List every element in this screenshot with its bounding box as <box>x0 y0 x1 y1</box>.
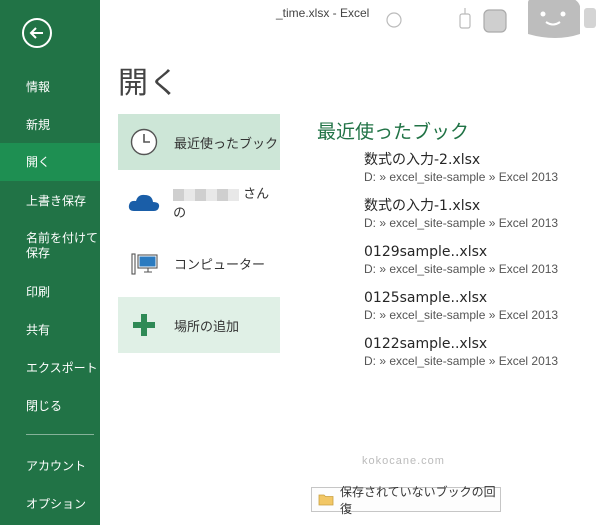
place-add-location[interactable]: 場所の追加 <box>118 297 280 353</box>
backstage-sidebar: 情報 新規 開く 上書き保存 名前を付けて 保存 印刷 共有 エクスポート 閉じ… <box>0 0 100 525</box>
site-watermark: kokocane.com <box>362 455 445 467</box>
nav-export[interactable]: エクスポート <box>0 357 100 379</box>
recent-file-item[interactable]: 0122sample..xlsx D: » excel_site-sample … <box>364 335 558 369</box>
recent-file-name: 0122sample..xlsx <box>364 336 488 352</box>
back-arrow-icon <box>29 27 43 39</box>
nav-print[interactable]: 印刷 <box>0 281 100 303</box>
recent-file-item[interactable]: 数式の入力-1.xlsx D: » excel_site-sample » Ex… <box>364 197 558 231</box>
recent-workbooks-heading: 最近使ったブック <box>317 121 470 143</box>
place-computer[interactable]: コンピューター <box>118 235 280 291</box>
folder-icon <box>318 493 334 506</box>
decorative-characters-icon <box>386 0 596 38</box>
recent-file-name: 0129sample..xlsx <box>364 244 488 260</box>
place-recent[interactable]: 最近使ったブック <box>118 114 280 170</box>
back-button[interactable] <box>22 18 52 48</box>
computer-icon <box>122 248 166 278</box>
nav-save[interactable]: 上書き保存 <box>0 190 100 212</box>
recent-file-item[interactable]: 0129sample..xlsx D: » excel_site-sample … <box>364 243 558 277</box>
nav-divider <box>26 434 94 435</box>
recent-file-item[interactable]: 数式の入力-2.xlsx D: » excel_site-sample » Ex… <box>364 151 558 185</box>
recent-file-path: D: » excel_site-sample » Excel 2013 <box>364 170 559 184</box>
nav-options[interactable]: オプション <box>0 493 100 515</box>
recent-file-path: D: » excel_site-sample » Excel 2013 <box>364 354 559 368</box>
recent-file-name: 0125sample..xlsx <box>364 290 488 306</box>
place-computer-label: コンピューター <box>174 257 266 273</box>
nav-close[interactable]: 閉じる <box>0 395 100 417</box>
recover-button-label: 保存されていないブックの回復 <box>340 484 496 516</box>
nav-info[interactable]: 情報 <box>0 76 100 98</box>
page-title: 開く <box>118 66 180 101</box>
redacted-username <box>173 188 240 201</box>
recent-file-item[interactable]: 0125sample..xlsx D: » excel_site-sample … <box>364 289 558 323</box>
nav-new[interactable]: 新規 <box>0 114 100 136</box>
nav-account[interactable]: アカウント <box>0 455 100 477</box>
place-recent-label: 最近使ったブック <box>174 136 279 152</box>
recent-file-path: D: » excel_site-sample » Excel 2013 <box>364 216 559 230</box>
recover-unsaved-workbooks-button[interactable]: 保存されていないブックの回復 <box>311 485 501 516</box>
nav-open[interactable]: 開く <box>0 143 100 181</box>
recent-file-path: D: » excel_site-sample » Excel 2013 <box>364 308 559 322</box>
clock-icon <box>122 127 166 157</box>
recent-file-name: 数式の入力-2.xlsx <box>364 152 481 168</box>
nav-save-as[interactable]: 名前を付けて 保存 <box>0 230 100 262</box>
place-add-location-label: 場所の追加 <box>174 319 240 335</box>
plus-icon <box>122 312 166 338</box>
place-onedrive[interactable]: さんの <box>118 174 280 230</box>
recent-file-path: D: » excel_site-sample » Excel 2013 <box>364 262 559 276</box>
nav-share[interactable]: 共有 <box>0 319 100 341</box>
window-title: _time.xlsx - Excel <box>276 6 370 20</box>
recent-file-name: 数式の入力-1.xlsx <box>364 198 481 214</box>
onedrive-cloud-icon <box>122 191 165 213</box>
